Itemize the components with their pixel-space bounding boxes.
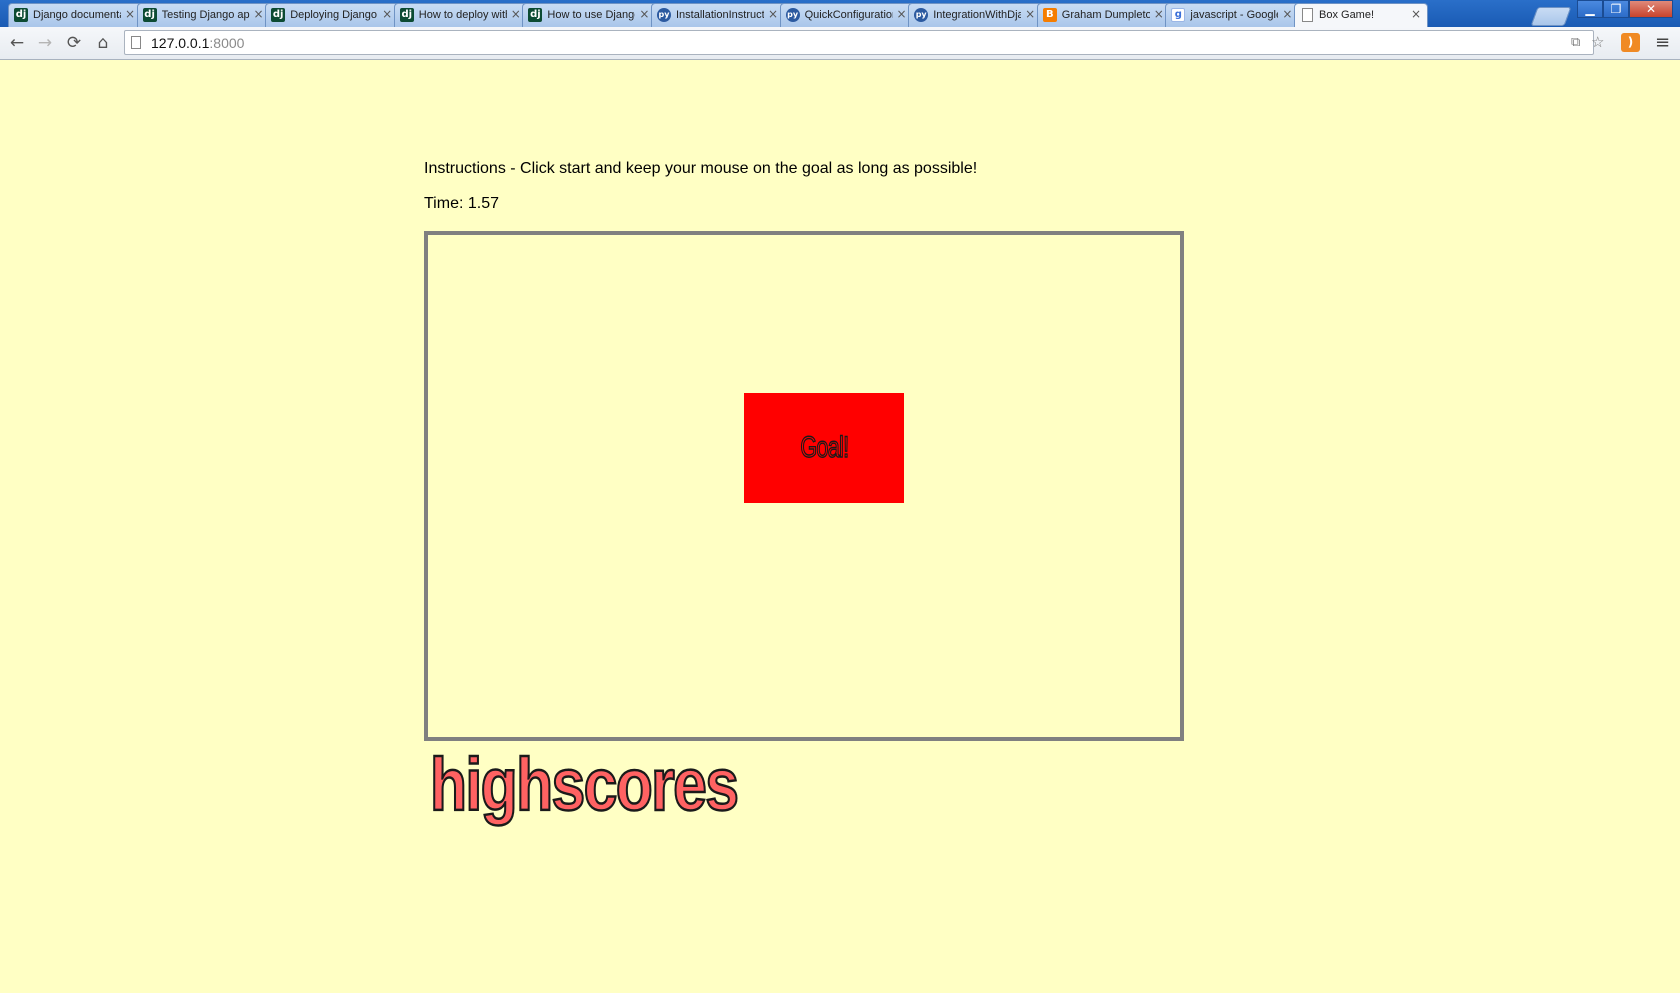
python-icon: py <box>657 8 671 22</box>
bookmark-star-icon[interactable]: ☆ <box>1591 33 1604 51</box>
tab-3[interactable]: dj Deploying Django × <box>265 3 400 27</box>
tab-8[interactable]: py IntegrationWithDjango × <box>908 3 1043 27</box>
tab-close-icon[interactable]: × <box>639 7 649 21</box>
tab-strip: dj Django documentation × dj Testing Django … <box>0 0 1680 28</box>
page-action-icon[interactable]: ⧉ <box>1571 35 1580 50</box>
home-button[interactable]: ⌂ <box>92 32 114 54</box>
tab-close-icon[interactable]: × <box>1154 7 1164 21</box>
url-port: :8000 <box>209 35 245 51</box>
goal-box[interactable]: Goal! <box>744 393 904 503</box>
forward-button[interactable]: → <box>34 32 56 54</box>
tab-10[interactable]: g javascript - Google × <box>1165 3 1300 27</box>
google-icon: g <box>1171 8 1186 22</box>
tab-4[interactable]: dj How to deploy with × <box>393 3 528 27</box>
tab-close-icon[interactable]: × <box>1282 7 1292 21</box>
page-icon <box>131 36 141 49</box>
tab-label: How to deploy with <box>418 9 507 21</box>
instructions-text: Instructions - Click start and keep your… <box>424 160 978 177</box>
tab-close-icon[interactable]: × <box>768 7 778 21</box>
highscores-heading: highscores <box>429 742 740 828</box>
tab-label: Django documentation <box>33 9 121 21</box>
tab-label: How to use Django <box>547 9 636 21</box>
python-icon: py <box>914 8 929 22</box>
tab-close-icon[interactable]: × <box>1025 7 1035 21</box>
goal-label: Goal! <box>799 430 849 464</box>
tab-2[interactable]: dj Testing Django applications × <box>136 3 271 27</box>
browser-chrome: dj Django documentation × dj Testing Django … <box>0 0 1680 60</box>
tab-6[interactable]: py InstallationInstructions × <box>651 3 785 27</box>
tab-close-icon[interactable]: × <box>511 7 521 21</box>
browser-toolbar: ← → ⟳ ⌂ 127.0.0.1:8000 ⧉ ☆ ) ≡ <box>0 27 1680 60</box>
window-close-button[interactable]: ✕ <box>1629 0 1673 18</box>
reload-button[interactable]: ⟳ <box>63 32 85 54</box>
minimize-button[interactable]: ▁ <box>1577 0 1603 18</box>
url-text[interactable]: 127.0.0.1:8000 <box>151 35 244 51</box>
address-bar[interactable]: 127.0.0.1:8000 ⧉ ☆ <box>124 30 1604 55</box>
back-button[interactable]: ← <box>6 32 28 54</box>
rss-icon[interactable]: ) <box>1621 33 1640 52</box>
tab-1[interactable]: dj Django documentation × <box>8 3 142 27</box>
maximize-button[interactable]: ❐ <box>1603 0 1629 18</box>
time-display: Time: 1.57 <box>424 195 499 212</box>
new-tab-button[interactable] <box>1530 7 1572 26</box>
tab-label: javascript - Google <box>1190 9 1279 21</box>
tab-label: Deploying Django <box>290 9 378 21</box>
tab-7[interactable]: py QuickConfiguration × <box>779 3 914 27</box>
tab-close-icon[interactable]: × <box>254 7 264 21</box>
tab-label: QuickConfiguration <box>804 9 893 21</box>
tab-label: Testing Django applications <box>161 9 250 21</box>
tab-9[interactable]: B Graham Dumpleton × <box>1036 3 1171 27</box>
tab-11[interactable]: Box Game! × <box>1294 3 1428 28</box>
tab-label: Box Game! <box>1319 9 1375 21</box>
python-icon: py <box>785 8 800 22</box>
tab-close-icon[interactable]: × <box>125 7 135 21</box>
menu-icon[interactable]: ≡ <box>1655 32 1670 53</box>
tab-label: InstallationInstructions <box>676 9 764 21</box>
tab-close-icon[interactable]: × <box>382 7 392 21</box>
django-icon: dj <box>528 8 543 22</box>
tab-5[interactable]: dj How to use Django × <box>522 3 657 27</box>
tab-close-icon[interactable]: × <box>897 7 907 21</box>
tab-label: IntegrationWithDjango <box>933 9 1021 21</box>
tab-label: Graham Dumpleton <box>1061 9 1150 21</box>
blogger-icon: B <box>1042 8 1057 22</box>
django-icon: dj <box>14 8 28 22</box>
page-icon <box>1302 8 1313 22</box>
django-icon: dj <box>399 8 414 22</box>
django-icon: dj <box>271 8 286 22</box>
tab-close-icon[interactable]: × <box>1411 7 1421 21</box>
url-host: 127.0.0.1 <box>151 35 210 51</box>
django-icon: dj <box>142 8 157 22</box>
